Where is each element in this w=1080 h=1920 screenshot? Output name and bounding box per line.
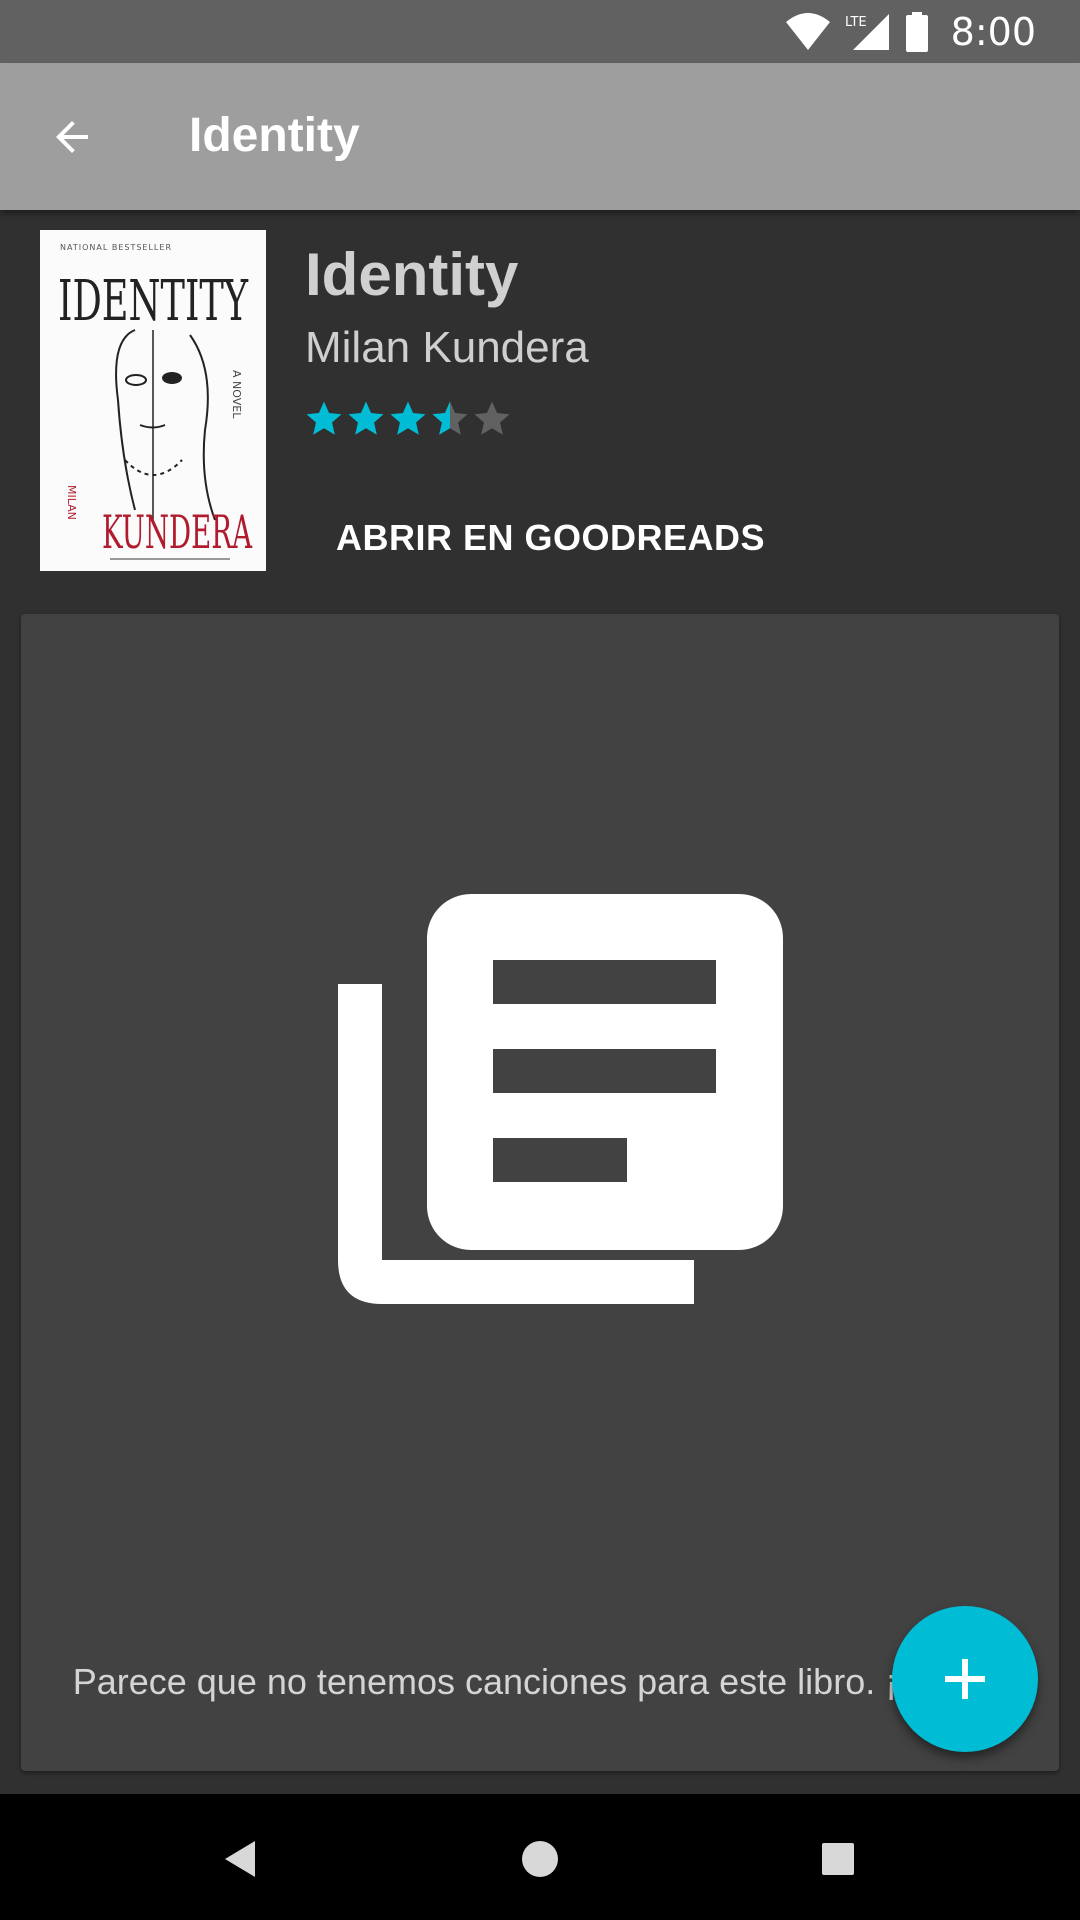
app-bar-title: Identity bbox=[189, 109, 360, 162]
app-bar: Identity bbox=[0, 63, 1080, 210]
triangle-back-icon bbox=[225, 1841, 255, 1877]
rating-stars bbox=[303, 398, 513, 440]
book-title: Identity bbox=[305, 241, 519, 308]
nav-recents-button[interactable] bbox=[798, 1819, 878, 1899]
star-full-icon bbox=[390, 401, 426, 435]
battery-icon bbox=[905, 11, 928, 52]
circle-home-icon bbox=[522, 1841, 558, 1877]
square-recents-icon bbox=[822, 1843, 854, 1875]
star-full-icon bbox=[348, 401, 384, 435]
empty-state-message: Parece que no tenemos canciones para est… bbox=[72, 1661, 1008, 1702]
clock: 8:00 bbox=[950, 9, 1036, 54]
add-icon bbox=[945, 1659, 985, 1699]
nav-back-button[interactable] bbox=[201, 1819, 281, 1899]
lte-signal-icon: LTE bbox=[845, 13, 889, 50]
svg-text:MILAN: MILAN bbox=[65, 485, 78, 520]
status-bar: LTE 8:00 bbox=[0, 0, 1080, 63]
songs-card: Parece que no tenemos canciones para est… bbox=[21, 614, 1059, 1771]
arrow-back-icon bbox=[56, 121, 88, 153]
svg-text:IDENTITY: IDENTITY bbox=[58, 269, 249, 334]
svg-text:LTE: LTE bbox=[845, 15, 867, 30]
star-half-icon bbox=[432, 401, 468, 435]
book-author: Milan Kundera bbox=[305, 323, 589, 372]
svg-text:NATIONAL BESTSELLER: NATIONAL BESTSELLER bbox=[60, 243, 172, 252]
book-header: NATIONAL BESTSELLER IDENTITY A NOVEL MIL… bbox=[0, 210, 1080, 602]
svg-text:KUNDERA: KUNDERA bbox=[102, 505, 252, 559]
star-empty-icon bbox=[474, 401, 510, 435]
nav-home-button[interactable] bbox=[500, 1819, 580, 1899]
back-button[interactable] bbox=[36, 101, 108, 173]
book-cover-image: NATIONAL BESTSELLER IDENTITY A NOVEL MIL… bbox=[40, 230, 266, 571]
star-full-icon bbox=[306, 401, 342, 435]
svg-text:A NOVEL: A NOVEL bbox=[230, 370, 243, 419]
library-books-icon bbox=[338, 894, 783, 1304]
wifi-icon bbox=[785, 12, 830, 50]
system-navigation-bar bbox=[0, 1794, 1080, 1920]
open-goodreads-button[interactable]: ABRIR EN GOODREADS bbox=[314, 494, 787, 582]
add-song-fab[interactable] bbox=[892, 1606, 1038, 1752]
